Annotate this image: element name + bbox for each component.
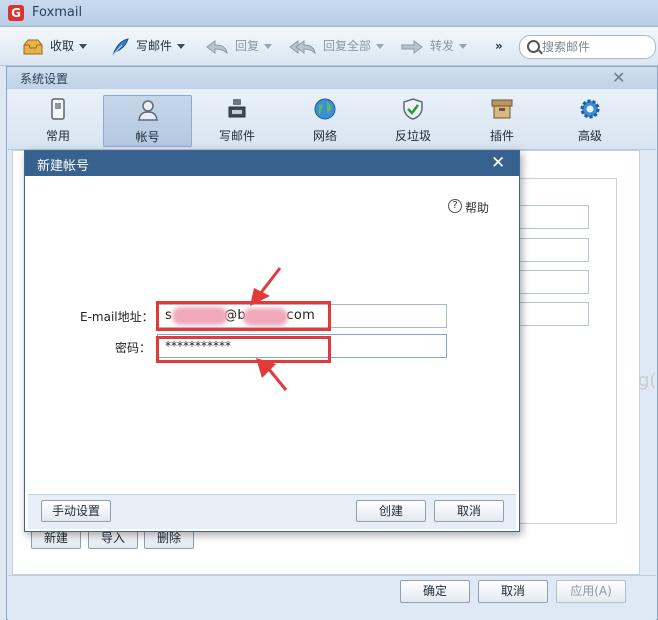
app-title: Foxmail <box>32 5 83 20</box>
forward-button[interactable]: 转发 <box>400 35 468 57</box>
network-icon <box>314 98 336 120</box>
reply-all-button[interactable]: 回复全部 <box>289 35 385 57</box>
annotation-arrow-up-icon <box>256 358 288 391</box>
plugin-icon <box>491 99 513 119</box>
compose-button[interactable]: 写邮件 <box>110 35 186 57</box>
chevron-down-icon[interactable] <box>177 44 186 49</box>
antispam-icon <box>403 98 423 120</box>
settings-close-icon[interactable]: ✕ <box>612 68 625 87</box>
tab-compose-label: 写邮件 <box>218 129 255 143</box>
settings-cancel-button[interactable]: 取消 <box>478 580 548 603</box>
apply-button[interactable]: 应用(A) <box>556 580 626 603</box>
tab-account-label: 帐号 <box>135 130 160 144</box>
inbox-tray-icon <box>23 39 43 54</box>
reply-all-arrow-icon <box>289 39 316 54</box>
search-icon <box>527 40 540 53</box>
feather-pen-icon <box>112 37 129 55</box>
tab-plugins[interactable]: 插件 <box>465 95 539 147</box>
advanced-icon <box>580 99 600 119</box>
dialog-close-icon[interactable]: ✕ <box>491 153 505 173</box>
tab-compose[interactable]: 写邮件 <box>200 95 274 147</box>
tab-antispam[interactable]: 反垃圾 <box>376 95 450 147</box>
password-label: 密码： <box>115 341 152 355</box>
foxmail-logo-icon: G <box>8 5 24 21</box>
account-detail-field[interactable] <box>520 205 589 229</box>
tab-network-label: 网络 <box>312 129 337 143</box>
dialog-cancel-button[interactable]: 取消 <box>434 500 504 522</box>
forward-arrow-icon <box>401 39 423 54</box>
tab-antispam-label: 反垃圾 <box>394 129 431 143</box>
account-detail-field[interactable] <box>520 302 589 326</box>
create-button[interactable]: 创建 <box>356 500 426 522</box>
search-placeholder: 搜索邮件 <box>542 40 591 54</box>
forward-label: 转发 <box>430 39 455 53</box>
receive-button[interactable]: 收取 <box>22 35 88 57</box>
tab-network[interactable]: 网络 <box>288 95 362 147</box>
dialog-title: 新建帐号 <box>37 159 90 174</box>
receive-label: 收取 <box>50 39 75 53</box>
help-icon[interactable]: ? <box>448 199 462 213</box>
chevron-down-icon[interactable] <box>79 44 88 49</box>
compose-label: 写邮件 <box>136 39 173 53</box>
password-highlight-box <box>156 336 331 363</box>
tab-advanced-label: 高级 <box>577 129 602 143</box>
reply-label: 回复 <box>235 39 260 53</box>
compose-icon <box>228 99 246 118</box>
app-titlebar <box>0 0 658 27</box>
tab-account[interactable]: 帐号 <box>103 95 192 147</box>
account-detail-field[interactable] <box>520 238 589 262</box>
reply-button[interactable]: 回复 <box>205 35 273 57</box>
account-icon <box>137 100 158 121</box>
tab-general[interactable]: 常用 <box>21 95 95 147</box>
help-link[interactable]: 帮助 <box>465 199 489 216</box>
tab-general-label: 常用 <box>45 129 70 143</box>
chevron-down-icon[interactable] <box>264 44 273 49</box>
manual-setup-button[interactable]: 手动设置 <box>41 500 111 522</box>
background-watermark-text: g( <box>638 370 657 391</box>
email-label: E-mail地址： <box>80 310 154 324</box>
settings-title: 系统设置 <box>20 72 69 86</box>
tab-plugins-label: 插件 <box>489 129 514 143</box>
dialog-titlebar <box>25 151 519 176</box>
settings-titlebar <box>7 67 657 89</box>
reply-all-label: 回复全部 <box>323 39 372 53</box>
reply-arrow-icon <box>206 39 228 54</box>
annotation-arrow-down-icon <box>250 267 282 306</box>
chevron-down-icon[interactable] <box>376 44 385 49</box>
general-icon <box>51 98 65 120</box>
account-details-panel <box>520 178 617 524</box>
ok-button[interactable]: 确定 <box>400 580 470 603</box>
toolbar-more-button[interactable]: » <box>495 35 503 57</box>
chevron-down-icon[interactable] <box>459 44 468 49</box>
account-detail-field[interactable] <box>520 270 589 294</box>
tab-advanced[interactable]: 高级 <box>553 95 627 147</box>
